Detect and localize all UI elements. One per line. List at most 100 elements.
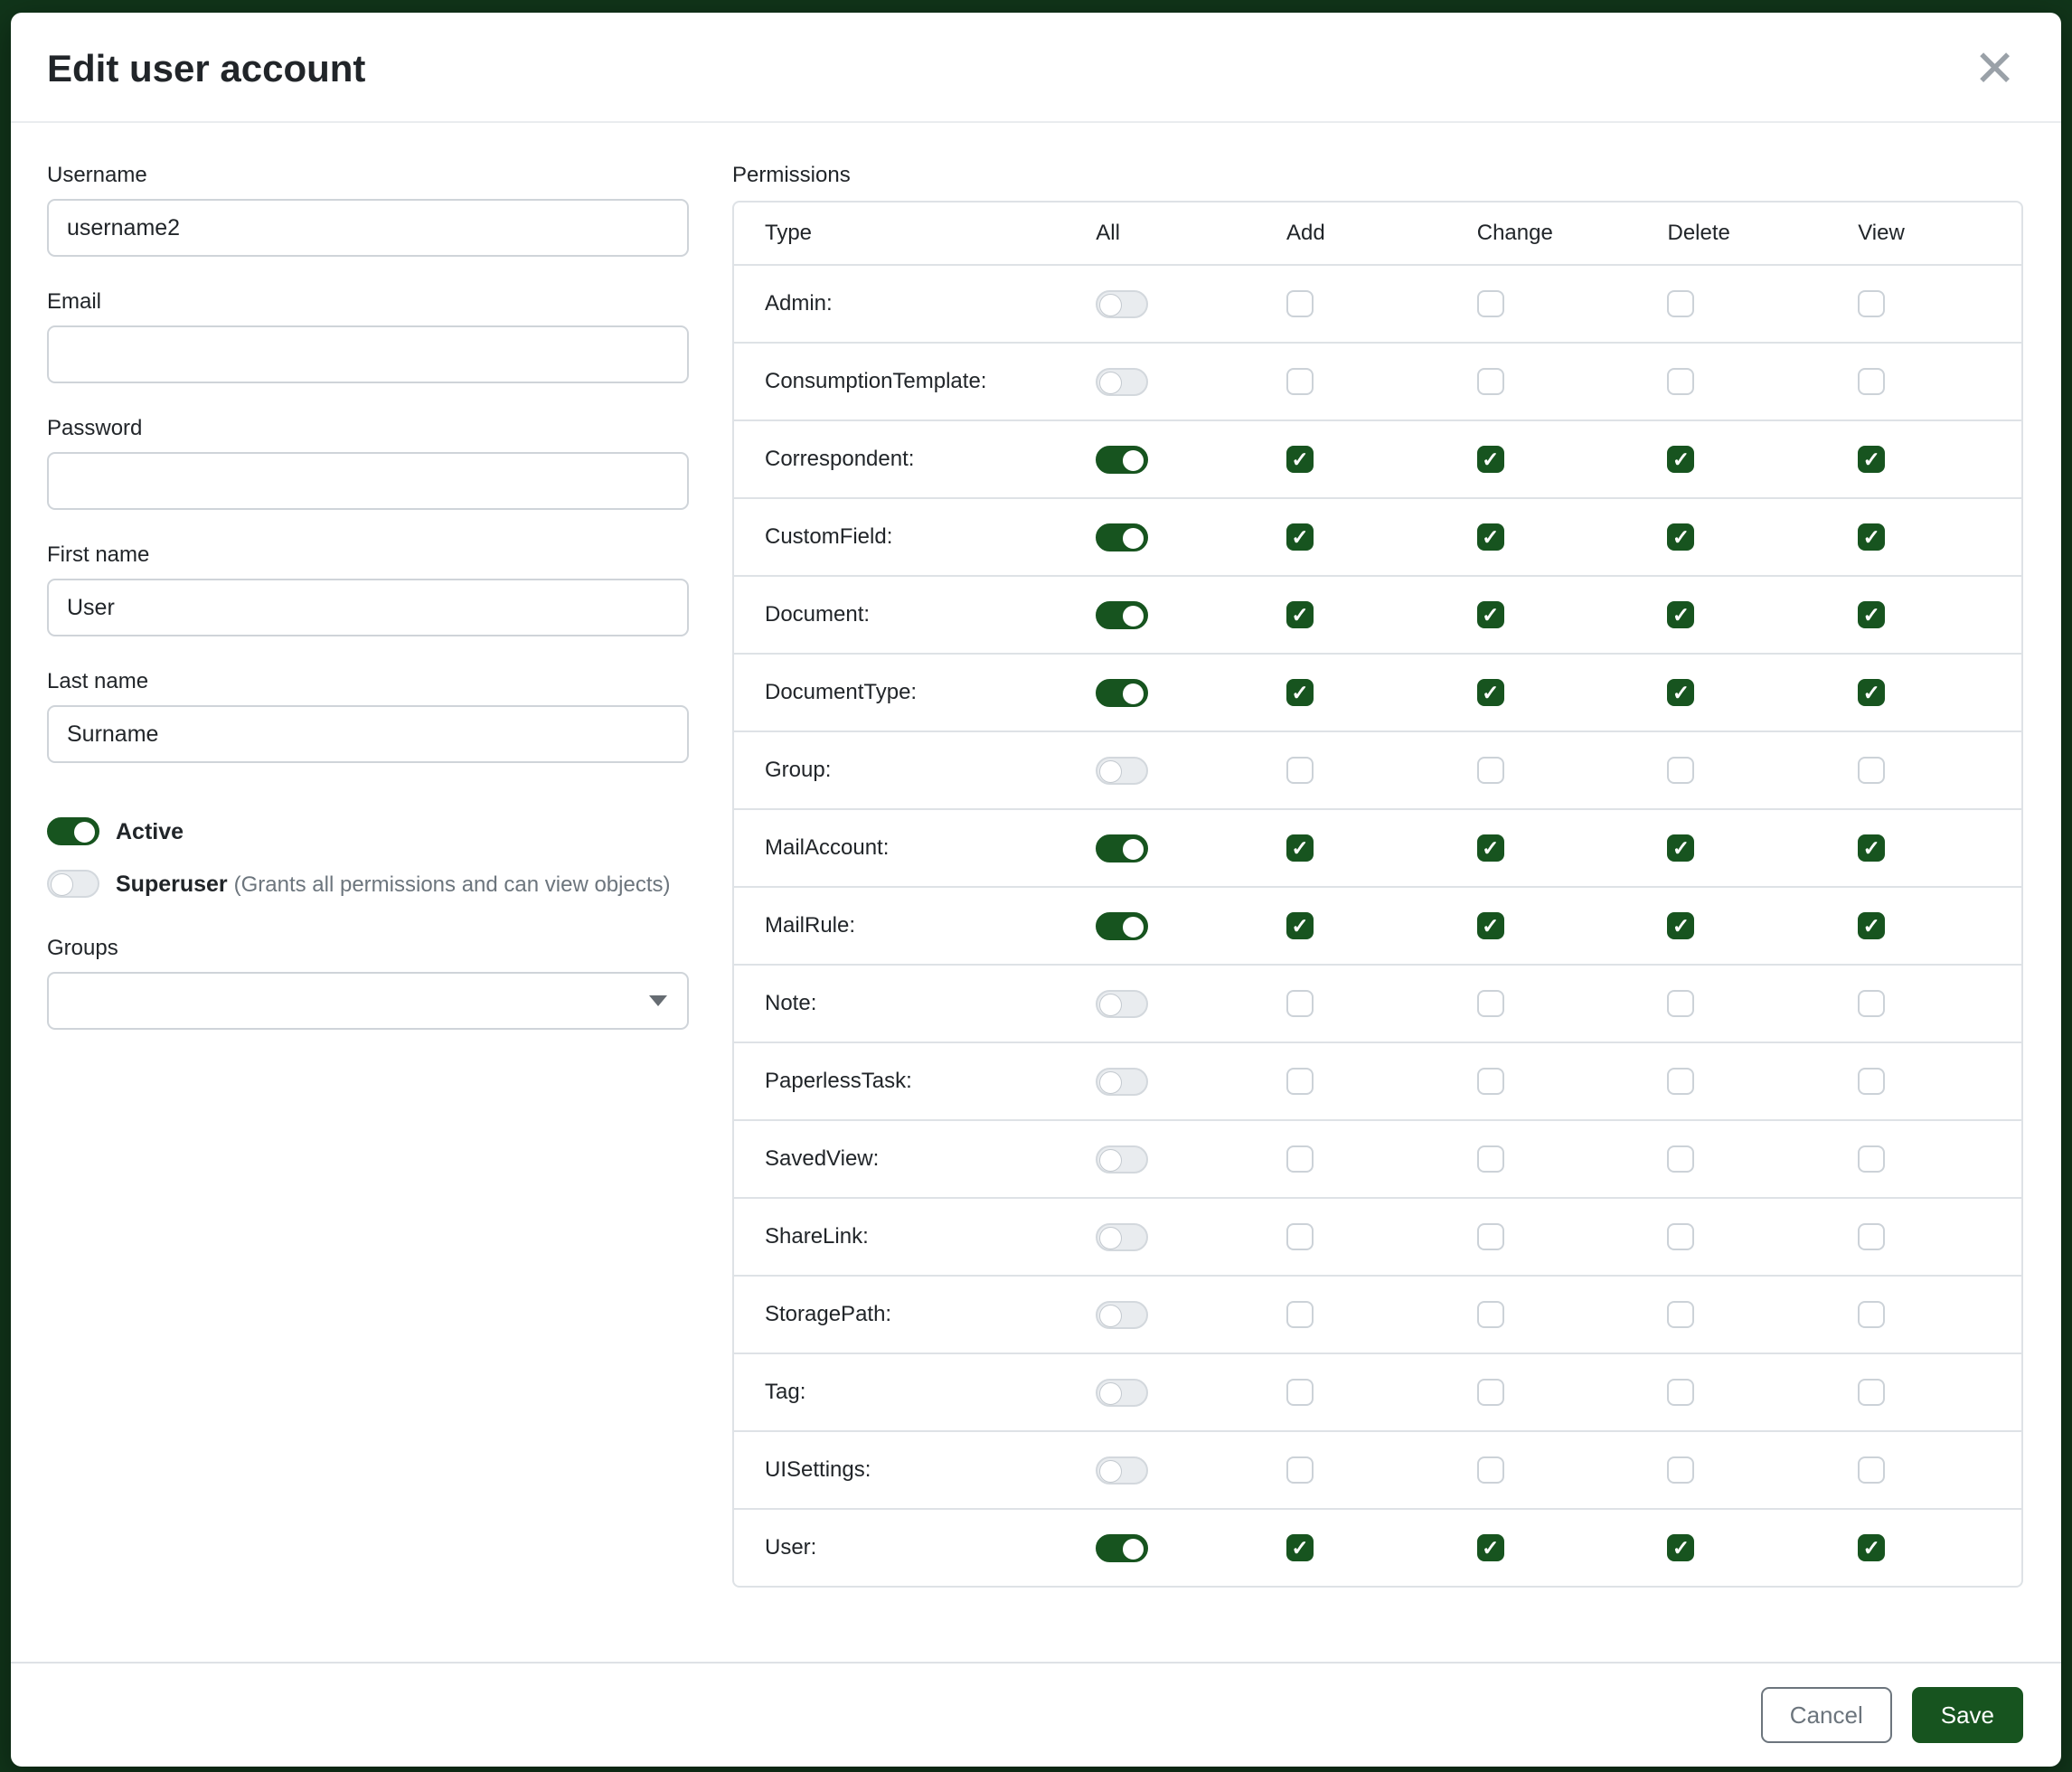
permission-change-checkbox[interactable]	[1477, 757, 1504, 784]
permission-add-checkbox[interactable]	[1286, 446, 1314, 473]
permission-add-checkbox[interactable]	[1286, 1223, 1314, 1250]
permission-delete-checkbox[interactable]	[1667, 1223, 1694, 1250]
last-name-field[interactable]	[47, 705, 689, 763]
permission-add-checkbox[interactable]	[1286, 834, 1314, 862]
permission-delete-checkbox[interactable]	[1667, 990, 1694, 1017]
permission-add-checkbox[interactable]	[1286, 290, 1314, 317]
permission-delete-checkbox[interactable]	[1667, 523, 1694, 551]
permission-delete-checkbox[interactable]	[1667, 368, 1694, 395]
groups-select[interactable]	[47, 972, 689, 1030]
permission-delete-checkbox[interactable]	[1667, 1301, 1694, 1328]
permission-all-toggle[interactable]	[1096, 523, 1148, 551]
permission-all-toggle[interactable]	[1096, 1068, 1148, 1096]
permission-change-checkbox[interactable]	[1477, 1301, 1504, 1328]
email-field[interactable]	[47, 325, 689, 383]
permission-view-checkbox[interactable]	[1858, 1379, 1885, 1406]
permission-all-toggle[interactable]	[1096, 679, 1148, 707]
permission-view-checkbox[interactable]	[1858, 834, 1885, 862]
permission-all-toggle[interactable]	[1096, 757, 1148, 785]
save-button[interactable]: Save	[1912, 1687, 2023, 1743]
permission-delete-checkbox[interactable]	[1667, 290, 1694, 317]
permission-delete-checkbox[interactable]	[1667, 757, 1694, 784]
permission-all-toggle[interactable]	[1096, 990, 1148, 1018]
first-name-field[interactable]	[47, 579, 689, 636]
permission-change-checkbox[interactable]	[1477, 1223, 1504, 1250]
permission-add-checkbox[interactable]	[1286, 601, 1314, 628]
permission-row: Note:	[734, 964, 2021, 1042]
permission-change-checkbox[interactable]	[1477, 446, 1504, 473]
permission-change-checkbox[interactable]	[1477, 834, 1504, 862]
superuser-toggle[interactable]	[47, 870, 99, 898]
permission-all-toggle[interactable]	[1096, 1223, 1148, 1251]
permission-change-checkbox[interactable]	[1477, 1456, 1504, 1484]
permission-add-checkbox[interactable]	[1286, 1145, 1314, 1173]
permission-delete-checkbox[interactable]	[1667, 601, 1694, 628]
permission-view-checkbox[interactable]	[1858, 757, 1885, 784]
permission-view-checkbox[interactable]	[1858, 446, 1885, 473]
column-header-change: Change	[1450, 221, 1641, 246]
permission-add-checkbox[interactable]	[1286, 990, 1314, 1017]
permission-add-checkbox[interactable]	[1286, 368, 1314, 395]
permission-all-toggle[interactable]	[1096, 912, 1148, 940]
permission-view-checkbox[interactable]	[1858, 601, 1885, 628]
permission-add-checkbox[interactable]	[1286, 912, 1314, 939]
permission-all-toggle[interactable]	[1096, 1145, 1148, 1173]
permission-all-toggle[interactable]	[1096, 1301, 1148, 1329]
permission-all-toggle[interactable]	[1096, 601, 1148, 629]
permission-delete-checkbox[interactable]	[1667, 912, 1694, 939]
active-toggle[interactable]	[47, 817, 99, 845]
permission-change-checkbox[interactable]	[1477, 1068, 1504, 1095]
permission-change-checkbox[interactable]	[1477, 1534, 1504, 1561]
permission-view-checkbox[interactable]	[1858, 1301, 1885, 1328]
permission-delete-checkbox[interactable]	[1667, 1379, 1694, 1406]
permission-change-checkbox[interactable]	[1477, 1145, 1504, 1173]
permission-view-checkbox[interactable]	[1858, 679, 1885, 706]
permission-view-checkbox[interactable]	[1858, 1145, 1885, 1173]
username-field[interactable]	[47, 199, 689, 257]
permission-add-checkbox[interactable]	[1286, 1534, 1314, 1561]
close-button[interactable]: ✕	[1968, 43, 2021, 94]
permission-view-checkbox[interactable]	[1858, 1534, 1885, 1561]
permission-change-checkbox[interactable]	[1477, 912, 1504, 939]
permission-change-checkbox[interactable]	[1477, 1379, 1504, 1406]
permission-view-checkbox[interactable]	[1858, 990, 1885, 1017]
permission-change-checkbox[interactable]	[1477, 990, 1504, 1017]
permission-view-checkbox[interactable]	[1858, 1068, 1885, 1095]
permission-change-checkbox[interactable]	[1477, 679, 1504, 706]
permission-add-checkbox[interactable]	[1286, 1068, 1314, 1095]
permission-add-checkbox[interactable]	[1286, 757, 1314, 784]
permission-delete-checkbox[interactable]	[1667, 446, 1694, 473]
permission-row: ShareLink:	[734, 1197, 2021, 1275]
permission-delete-checkbox[interactable]	[1667, 1145, 1694, 1173]
password-field[interactable]	[47, 452, 689, 510]
permission-change-checkbox[interactable]	[1477, 523, 1504, 551]
permission-delete-checkbox[interactable]	[1667, 1068, 1694, 1095]
permission-all-toggle[interactable]	[1096, 1534, 1148, 1562]
permission-change-checkbox[interactable]	[1477, 601, 1504, 628]
permission-all-toggle[interactable]	[1096, 290, 1148, 318]
permission-view-checkbox[interactable]	[1858, 523, 1885, 551]
permission-delete-checkbox[interactable]	[1667, 1534, 1694, 1561]
permission-all-toggle[interactable]	[1096, 834, 1148, 862]
permission-delete-checkbox[interactable]	[1667, 834, 1694, 862]
permission-view-checkbox[interactable]	[1858, 1456, 1885, 1484]
permission-all-toggle[interactable]	[1096, 1456, 1148, 1485]
permission-add-checkbox[interactable]	[1286, 1379, 1314, 1406]
permission-change-checkbox[interactable]	[1477, 290, 1504, 317]
permission-all-toggle[interactable]	[1096, 1379, 1148, 1407]
permission-view-checkbox[interactable]	[1858, 912, 1885, 939]
permission-all-toggle[interactable]	[1096, 368, 1148, 396]
permission-add-checkbox[interactable]	[1286, 523, 1314, 551]
permission-type-label: ShareLink:	[734, 1224, 1069, 1249]
permission-add-checkbox[interactable]	[1286, 679, 1314, 706]
permission-all-toggle[interactable]	[1096, 446, 1148, 474]
permission-view-checkbox[interactable]	[1858, 368, 1885, 395]
cancel-button[interactable]: Cancel	[1761, 1687, 1892, 1743]
permission-delete-checkbox[interactable]	[1667, 1456, 1694, 1484]
permission-view-checkbox[interactable]	[1858, 290, 1885, 317]
permission-change-checkbox[interactable]	[1477, 368, 1504, 395]
permission-add-checkbox[interactable]	[1286, 1456, 1314, 1484]
permission-delete-checkbox[interactable]	[1667, 679, 1694, 706]
permission-view-checkbox[interactable]	[1858, 1223, 1885, 1250]
permission-add-checkbox[interactable]	[1286, 1301, 1314, 1328]
